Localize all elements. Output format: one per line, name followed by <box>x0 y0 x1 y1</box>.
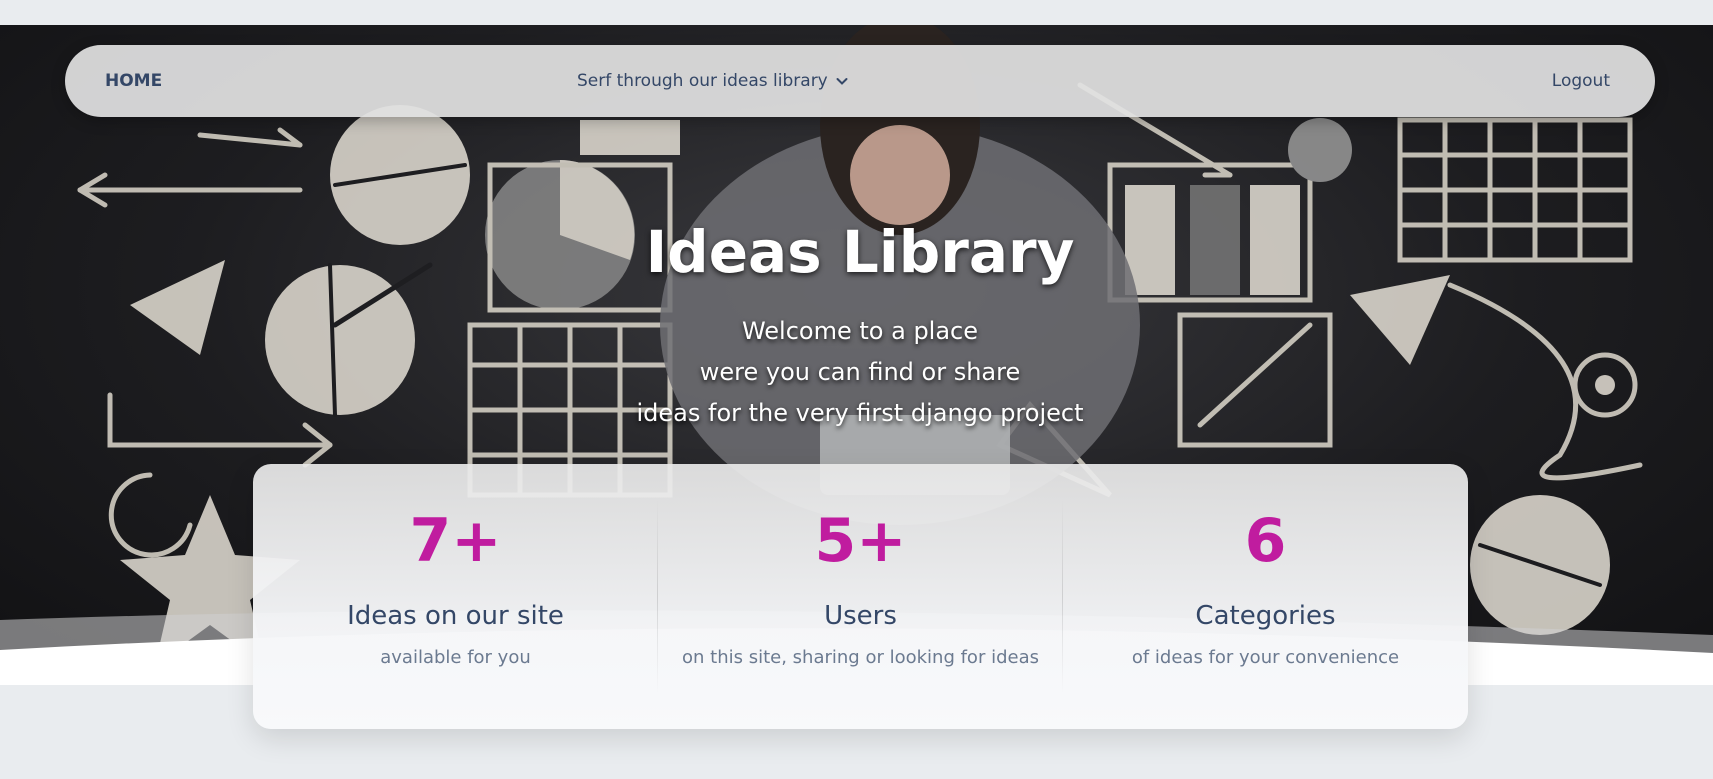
home-link[interactable]: HOME <box>105 45 162 117</box>
navbar: HOME Serf through our ideas library Logo… <box>65 45 1655 117</box>
stat-ideas: 7+ Ideas on our site available for you <box>253 464 658 729</box>
stat-description: on this site, sharing or looking for ide… <box>682 647 1039 668</box>
stat-title: Ideas on our site <box>347 601 564 631</box>
stat-categories: 6 Categories of ideas for your convenien… <box>1063 464 1468 729</box>
hero-subtitle-line-2: were you can find or share <box>699 358 1021 386</box>
stat-title: Users <box>824 601 897 631</box>
chevron-down-icon <box>836 77 848 85</box>
stat-users: 5+ Users on this site, sharing or lookin… <box>658 464 1063 729</box>
page-title: Ideas Library <box>645 218 1075 286</box>
stat-title: Categories <box>1195 601 1336 631</box>
stats-card: 7+ Ideas on our site available for you 5… <box>253 464 1468 729</box>
stat-description: of ideas for your convenience <box>1131 647 1400 668</box>
stat-number: 5+ <box>814 506 907 576</box>
stat-number: 6 <box>1244 506 1287 576</box>
dropdown-label: Serf through our ideas library <box>577 71 828 91</box>
hero-subtitle-line-3: ideas for the very first django project <box>636 399 1084 427</box>
stat-description: available for you <box>380 647 531 668</box>
logout-link[interactable]: Logout <box>1552 45 1610 117</box>
hero-subtitle-line-1: Welcome to a place <box>741 317 979 345</box>
ideas-library-dropdown[interactable]: Serf through our ideas library <box>577 45 848 117</box>
stat-number: 7+ <box>409 506 502 576</box>
